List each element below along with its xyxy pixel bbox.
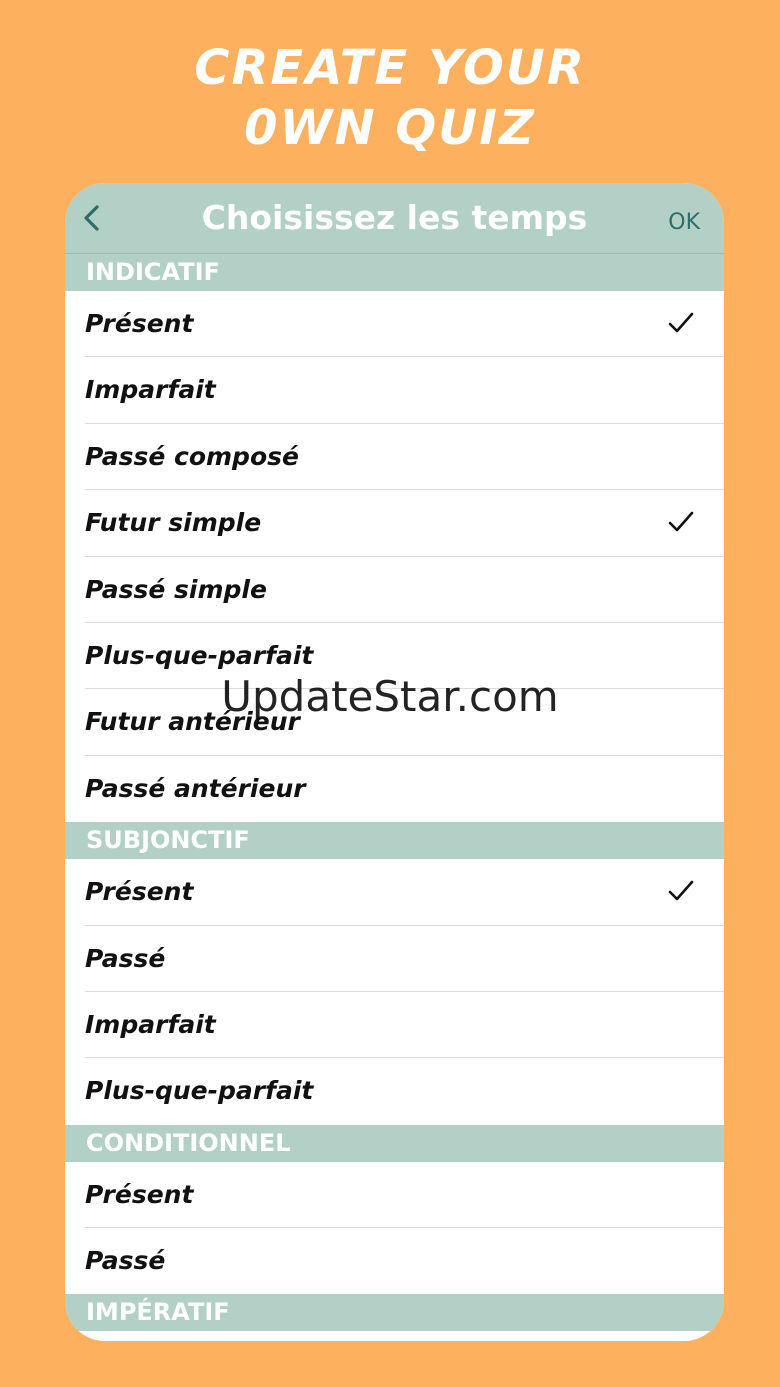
page-title: Choisissez les temps bbox=[201, 198, 588, 237]
tense-label: Imparfait bbox=[85, 375, 216, 405]
checkmark-icon bbox=[668, 311, 694, 335]
tense-label: Futur simple bbox=[85, 508, 262, 538]
tense-row[interactable]: Passé bbox=[65, 926, 724, 993]
tense-row[interactable]: Plus-que-parfait bbox=[65, 1058, 724, 1124]
ok-button[interactable]: OK bbox=[668, 209, 700, 237]
section-header-3: IMPÉRATIF bbox=[65, 1294, 724, 1332]
checkmark-icon bbox=[668, 510, 694, 534]
tense-row[interactable]: Futur simple bbox=[65, 490, 724, 557]
promo-heading-line-1: CREATE YOUR bbox=[194, 40, 586, 96]
tense-row[interactable]: Passé simple bbox=[65, 557, 724, 624]
tense-label: Passé composé bbox=[85, 441, 299, 471]
tense-row[interactable]: Présent bbox=[65, 1162, 724, 1229]
promo-heading-line-2: 0WN QUIZ bbox=[244, 100, 536, 156]
section-header-0: INDICATIF bbox=[65, 254, 724, 291]
tense-label: Plus-que-parfait bbox=[85, 1076, 314, 1106]
tense-row[interactable]: Passé composé bbox=[65, 424, 724, 491]
section-header-1: SUBJONCTIF bbox=[65, 822, 724, 860]
checkmark-icon bbox=[668, 879, 694, 903]
tense-label: Présent bbox=[85, 1179, 194, 1209]
section-header-2: CONDITIONNEL bbox=[65, 1124, 724, 1162]
tense-row[interactable]: Passé antérieur bbox=[65, 756, 724, 822]
tense-label: Plus-que-parfait bbox=[85, 640, 314, 670]
tense-picker-card: Choisissez les temps OK INDICATIF Présent… bbox=[65, 183, 724, 1341]
tense-row[interactable]: Présent bbox=[65, 291, 724, 358]
navigation-bar: Choisissez les temps OK bbox=[65, 183, 724, 254]
tense-label: Passé bbox=[85, 943, 166, 973]
tense-row[interactable]: Imparfait bbox=[65, 992, 724, 1059]
tense-label: Passé antérieur bbox=[85, 773, 306, 803]
tense-label: Présent bbox=[85, 309, 194, 338]
tense-label: Futur antérieur bbox=[85, 707, 300, 737]
tense-row[interactable]: Imparfait bbox=[65, 357, 724, 425]
tense-row[interactable]: Passé bbox=[65, 1228, 724, 1294]
tense-label: Passé bbox=[85, 1246, 166, 1276]
tense-label: Imparfait bbox=[85, 1009, 216, 1039]
tense-label: Présent bbox=[85, 877, 194, 907]
tense-row[interactable]: Futur antérieur bbox=[65, 689, 724, 757]
tense-list: INDICATIF Présent Imparfait Passé composé Fu… bbox=[65, 254, 724, 1332]
tense-label: Passé simple bbox=[85, 574, 267, 604]
tense-row[interactable]: Présent bbox=[65, 859, 724, 926]
tense-row[interactable]: Plus-que-parfait bbox=[65, 623, 724, 690]
